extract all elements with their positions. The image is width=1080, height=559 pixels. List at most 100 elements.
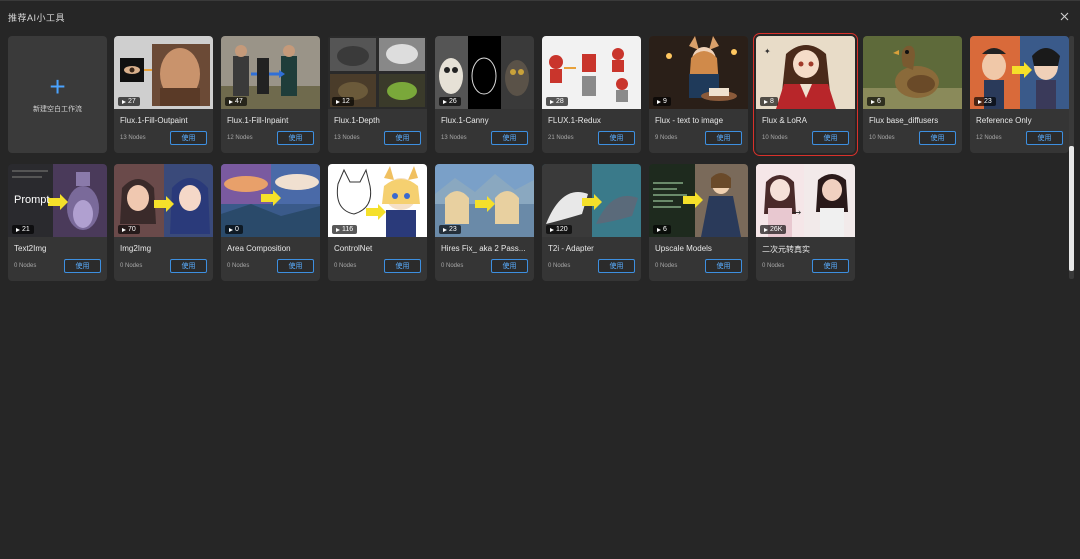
workflow-thumbnail: 116 [328,164,427,237]
workflow-name: Flux.1-Fill-Outpaint [120,116,188,125]
workflow-thumbnail: 0 [221,164,320,237]
run-count: 6 [663,226,667,233]
node-count: 10 Nodes [869,135,895,141]
run-count: 23 [449,226,457,233]
use-button[interactable]: 使用 [1026,131,1063,145]
node-count: 0 Nodes [441,263,464,269]
use-button[interactable]: 使用 [812,131,849,145]
run-count-badge: 23 [974,97,996,106]
node-count: 0 Nodes [14,263,37,269]
use-button[interactable]: 使用 [384,131,421,145]
node-count: 21 Nodes [548,135,574,141]
workflow-thumbnail: 6 [863,36,962,109]
workflow-card[interactable]: → 26K 二次元转真实 0 Nodes 使用 [756,164,855,281]
node-count: 13 Nodes [441,135,467,141]
workflow-dialog: 推荐AI小工具 + 新建空白工作流 27 Flux.1-Fill-Outpaint… [0,0,1080,559]
scrollbar-thumb[interactable] [1069,146,1074,271]
run-count-badge: 120 [546,225,572,234]
play-icon [550,227,554,232]
workflow-thumbnail: 9 [649,36,748,109]
use-button[interactable]: 使用 [170,131,207,145]
workflow-thumbnail: 27 [114,36,213,109]
node-count: 13 Nodes [334,135,360,141]
node-count: 12 Nodes [976,135,1002,141]
workflow-card[interactable]: 9 Flux - text to image 9 Nodes 使用 [649,36,748,153]
run-count: 21 [22,226,30,233]
node-count: 0 Nodes [548,263,571,269]
play-icon [443,99,447,104]
play-icon [550,99,554,104]
plus-icon: + [49,70,66,102]
node-count: 0 Nodes [762,263,785,269]
workflow-card[interactable]: 0 Area Composition 0 Nodes 使用 [221,164,320,281]
scrollbar[interactable] [1069,36,1074,279]
node-count: 9 Nodes [655,135,678,141]
use-button[interactable]: 使用 [598,259,635,273]
run-count: 47 [235,98,243,105]
use-button[interactable]: 使用 [384,259,421,273]
node-count: 0 Nodes [120,263,143,269]
workflow-card[interactable]: 47 Flux.1-Fill-Inpaint 12 Nodes 使用 [221,36,320,153]
workflow-card[interactable]: 23 Hires Fix_ aka 2 Pass... 0 Nodes 使用 [435,164,534,281]
workflow-name: ControlNet [334,244,373,253]
workflow-card[interactable]: 116 ControlNet 0 Nodes 使用 [328,164,427,281]
use-button[interactable]: 使用 [170,259,207,273]
use-button[interactable]: 使用 [705,259,742,273]
workflow-card[interactable]: 27 Flux.1-Fill-Outpaint 13 Nodes 使用 [114,36,213,153]
workflow-card[interactable]: Prompt 21 Text2Img 0 Nodes 使用 [8,164,107,281]
workflow-name: Upscale Models [655,244,712,253]
dialog-titlebar: 推荐AI小工具 [0,1,1080,33]
play-icon [16,227,20,232]
use-button[interactable]: 使用 [491,131,528,145]
use-button[interactable]: 使用 [919,131,956,145]
close-icon[interactable] [1056,8,1072,24]
workflow-card[interactable]: 26 Flux.1-Canny 13 Nodes 使用 [435,36,534,153]
workflow-name: Flux.1-Fill-Inpaint [227,116,289,125]
workflow-card[interactable]: 28 FLUX.1-Redux 21 Nodes 使用 [542,36,641,153]
new-workflow-label: 新建空白工作流 [33,105,82,113]
workflow-thumbnail: 23 [970,36,1069,109]
workflow-name: Img2Img [120,244,152,253]
workflow-name: Hires Fix_ aka 2 Pass... [441,244,526,253]
use-button[interactable]: 使用 [277,131,314,145]
workflow-card[interactable]: 6 Flux base_diffusers 10 Nodes 使用 [863,36,962,153]
play-icon [122,99,126,104]
node-count: 13 Nodes [120,135,146,141]
workflow-thumbnail: 6 [649,164,748,237]
new-workflow-card[interactable]: + 新建空白工作流 [8,36,107,153]
workflow-name: Flux base_diffusers [869,116,939,125]
run-count-badge: 26K [760,225,787,234]
play-icon [657,227,661,232]
workflow-card[interactable]: 23 Reference Only 12 Nodes 使用 [970,36,1069,153]
use-button[interactable]: 使用 [705,131,742,145]
run-count: 27 [128,98,136,105]
run-count: 26K [770,226,783,233]
workflow-card[interactable]: 120 T2i - Adapter 0 Nodes 使用 [542,164,641,281]
workflow-thumbnail: Prompt 21 [8,164,107,237]
run-count-badge: 116 [332,225,358,234]
run-count: 12 [342,98,350,105]
workflow-card[interactable]: 12 Flux.1-Depth 13 Nodes 使用 [328,36,427,153]
run-count-badge: 28 [546,97,568,106]
use-button[interactable]: 使用 [598,131,635,145]
play-icon [657,99,661,104]
run-count-badge: 6 [867,97,885,106]
node-count: 10 Nodes [762,135,788,141]
workflow-card[interactable]: 6 Upscale Models 0 Nodes 使用 [649,164,748,281]
run-count: 9 [663,98,667,105]
workflow-name: Flux.1-Depth [334,116,380,125]
workflow-name: Text2Img [14,244,47,253]
node-count: 0 Nodes [227,263,250,269]
play-icon [764,227,768,232]
run-count-badge: 21 [12,225,34,234]
use-button[interactable]: 使用 [277,259,314,273]
use-button[interactable]: 使用 [812,259,849,273]
workflow-thumbnail: 12 [328,36,427,109]
workflow-card[interactable]: ✦ 8 Flux & LoRA 10 Nodes 使用 [753,33,858,156]
use-button[interactable]: 使用 [64,259,101,273]
workflow-card[interactable]: 70 Img2Img 0 Nodes 使用 [114,164,213,281]
run-count-badge: 0 [225,225,243,234]
svg-text:✦: ✦ [764,47,771,56]
use-button[interactable]: 使用 [491,259,528,273]
run-count: 6 [877,98,881,105]
